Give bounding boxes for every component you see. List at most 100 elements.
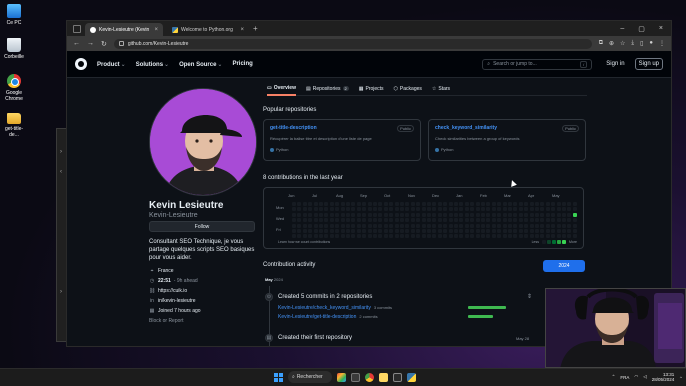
contribution-cell[interactable] [329,234,334,239]
contribution-cell[interactable] [324,223,329,228]
contribution-cell[interactable] [351,229,356,233]
contribution-cell[interactable] [545,229,550,233]
contribution-cell[interactable] [319,212,323,217]
contribution-cell[interactable] [454,202,458,206]
contribution-cell[interactable] [427,218,431,223]
contribution-cell[interactable] [427,207,431,212]
contribution-cell[interactable] [405,202,410,206]
contribution-cell[interactable] [497,207,502,212]
contribution-cell[interactable] [394,234,399,239]
contribution-cell[interactable] [319,207,323,212]
contribution-cell[interactable] [481,212,485,217]
contribution-cell[interactable] [378,223,383,228]
contribution-cell[interactable] [351,207,356,212]
contribution-cell[interactable] [491,229,496,233]
contribution-cell[interactable] [389,207,394,212]
contribution-cell[interactable] [335,229,340,233]
contribution-cell[interactable] [297,218,302,223]
contribution-cell[interactable] [367,212,372,217]
contribution-cell[interactable] [535,223,539,228]
contribution-cell[interactable] [362,207,367,212]
contribution-cell[interactable] [335,202,340,206]
contribution-cell[interactable] [454,212,458,217]
contribution-cell[interactable] [346,218,350,223]
contribution-cell[interactable] [556,202,561,206]
contribution-cell[interactable] [373,223,377,228]
contribution-cell[interactable] [416,202,421,206]
contribution-cell[interactable] [362,234,367,239]
contribution-cell[interactable] [513,207,518,212]
contribution-cell[interactable] [356,223,361,228]
contribution-cell[interactable] [292,207,296,212]
back-icon[interactable]: ← [73,40,80,47]
contribution-cell[interactable] [394,229,399,233]
contribution-cell[interactable] [292,212,296,217]
contribution-cell[interactable] [394,218,399,223]
contribution-cell[interactable] [394,212,399,217]
contribution-cell[interactable] [551,218,556,223]
contribution-cell[interactable] [394,202,399,206]
contribution-cell[interactable] [454,234,458,239]
contribution-cell[interactable] [470,202,475,206]
contribution-cell[interactable] [324,229,329,233]
contribution-cell[interactable] [448,218,453,223]
contribution-cell[interactable] [340,234,345,239]
contribution-cell[interactable] [400,229,404,233]
contribution-cell[interactable] [443,212,448,217]
contribution-cell[interactable] [302,218,307,223]
year-button-2024[interactable]: 2024 [543,260,585,272]
language-indicator[interactable]: FRA [620,375,629,380]
contribution-cell[interactable] [567,218,572,223]
contribution-cell[interactable] [502,229,507,233]
contribution-cell[interactable] [481,202,485,206]
contribution-cell[interactable] [464,202,469,206]
contribution-cell[interactable] [389,229,394,233]
contribution-cell[interactable] [491,218,496,223]
contribution-cell[interactable] [292,218,296,223]
contribution-cell[interactable] [497,234,502,239]
contribution-cell[interactable] [373,234,377,239]
contribution-cell[interactable] [297,234,302,239]
contribution-cell[interactable] [481,207,485,212]
contribution-cell[interactable] [508,207,512,212]
contribution-cell[interactable] [329,223,334,228]
contribution-cell[interactable] [524,234,529,239]
contribution-cell[interactable] [324,202,329,206]
contribution-cell[interactable] [308,234,313,239]
contribution-cell[interactable] [572,218,577,223]
tab-packages[interactable]: ⬡ Packages [394,82,422,96]
contribution-cell[interactable] [448,207,453,212]
contribution-cell[interactable] [416,218,421,223]
contribution-cell[interactable] [443,218,448,223]
nav-solutions[interactable]: Solutions⌄ [136,61,169,68]
contribution-cell[interactable] [502,202,507,206]
taskbar-search[interactable]: ⌕ Rechercher [288,371,332,383]
contribution-cell[interactable] [313,223,318,228]
contribution-cell[interactable] [454,207,458,212]
contribution-cell[interactable] [410,212,415,217]
contribution-cell[interactable] [491,207,496,212]
contribution-cell[interactable] [513,212,518,217]
contribution-cell[interactable] [454,223,458,228]
contribution-cell[interactable] [356,207,361,212]
contribution-cell[interactable] [545,234,550,239]
contribution-cell[interactable] [459,234,464,239]
desktop-icon-recycle-bin[interactable]: Corbeille [2,38,26,60]
contribution-cell[interactable] [448,229,453,233]
contribution-cell[interactable] [378,212,383,217]
contribution-cell[interactable] [362,202,367,206]
forward-icon[interactable]: → [87,40,94,47]
contribution-cell[interactable] [313,202,318,206]
widgets-icon[interactable] [337,372,346,382]
bookmark-star-icon[interactable]: ☆ [620,40,625,47]
contribution-cell[interactable] [383,218,388,223]
contribution-cell[interactable] [297,229,302,233]
contribution-cell[interactable] [405,207,410,212]
contribution-cell[interactable] [497,223,502,228]
contribution-cell[interactable] [400,207,404,212]
contribution-cell[interactable] [416,223,421,228]
contribution-cell[interactable] [572,212,577,217]
contribution-cell[interactable] [464,218,469,223]
contribution-cell[interactable] [556,223,561,228]
github-logo-icon[interactable] [75,58,87,70]
